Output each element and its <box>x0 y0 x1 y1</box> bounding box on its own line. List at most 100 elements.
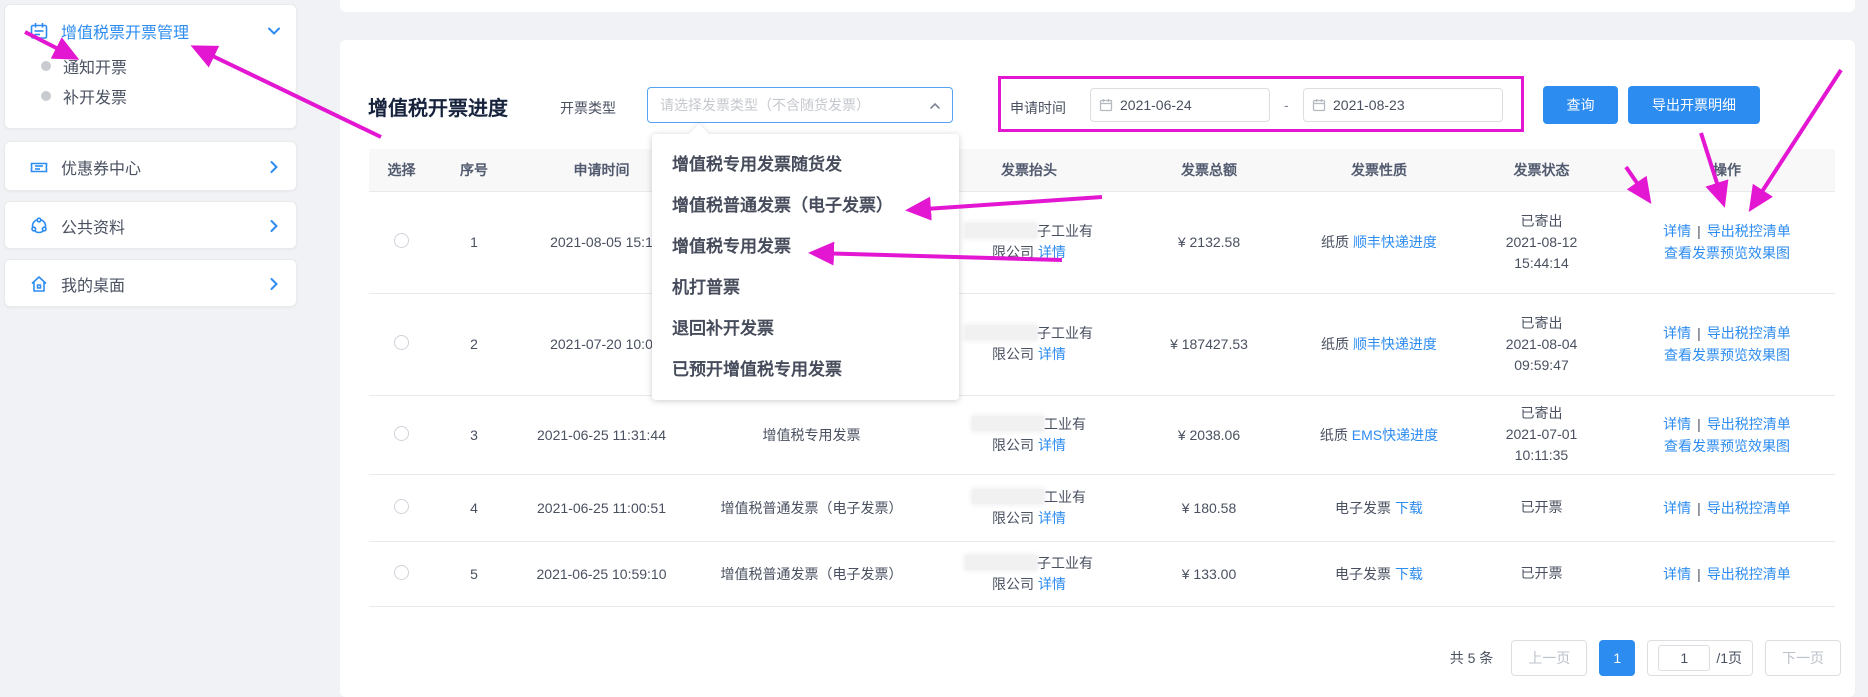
row-radio[interactable] <box>394 426 409 441</box>
ops-divider: | <box>1697 223 1701 239</box>
operations-cell: 详情 | 导出税控清单 查看发票预览效果图 <box>1619 191 1835 293</box>
express-progress-link[interactable]: EMS快递进度 <box>1352 427 1438 443</box>
nature-text: 电子发票 <box>1335 566 1391 582</box>
sidebar-card-coupon-center: 优惠券中心 <box>4 141 297 191</box>
detail-link[interactable]: 详情 <box>1663 223 1691 239</box>
title-detail-link[interactable]: 详情 <box>1038 244 1066 260</box>
download-link[interactable]: 下载 <box>1395 500 1423 516</box>
invoice-status: 已开票 <box>1464 474 1619 541</box>
sidebar-item-my-desktop[interactable]: 我的桌面 <box>5 264 296 304</box>
redacted-text <box>972 489 1044 504</box>
sidebar-card-my-desktop: 我的桌面 <box>4 259 297 307</box>
page-number-input[interactable] <box>1658 645 1710 671</box>
next-page-button[interactable]: 下一页 <box>1765 640 1841 676</box>
detail-link[interactable]: 详情 <box>1663 325 1691 341</box>
title-text: 限公司 <box>992 244 1034 260</box>
table-header-row: 选择 序号 申请时间 开票类型 发票抬头 发票总额 发票性质 发票状态 操作 <box>369 149 1835 191</box>
invoice-title: 工业有 限公司 详情 <box>934 395 1124 474</box>
status-text: 已寄出 <box>1464 403 1619 424</box>
dropdown-option-general-electronic[interactable]: 增值税普通发票（电子发票） <box>652 185 959 226</box>
export-tax-list-link[interactable]: 导出税控清单 <box>1707 500 1791 516</box>
export-detail-button[interactable]: 导出开票明细 <box>1628 86 1760 124</box>
title-detail-link[interactable]: 详情 <box>1038 510 1066 526</box>
detail-link[interactable]: 详情 <box>1663 500 1691 516</box>
download-link[interactable]: 下载 <box>1395 566 1423 582</box>
status-date: 2021-08-04 <box>1464 334 1619 355</box>
invoice-type: 增值税普通发票（电子发票） <box>689 541 934 606</box>
express-progress-link[interactable]: 顺丰快递进度 <box>1353 234 1437 250</box>
dropdown-option-pre-opened-special[interactable]: 已预开增值税专用发票 <box>652 349 959 390</box>
chevron-down-icon[interactable] <box>266 23 282 39</box>
status-time: 10:11:35 <box>1464 445 1619 466</box>
export-tax-list-link[interactable]: 导出税控清单 <box>1707 416 1791 432</box>
sidebar-subitem-label: 补开发票 <box>63 84 127 108</box>
col-invoice-amount: 发票总额 <box>1124 149 1294 191</box>
sidebar-item-vat-invoice-management[interactable]: 增值税票开票管理 <box>5 11 296 51</box>
invoice-type-select[interactable]: 请选择发票类型（不含随货发票） <box>647 87 953 123</box>
export-tax-list-link[interactable]: 导出税控清单 <box>1707 325 1791 341</box>
apply-time: 2021-06-25 10:59:10 <box>514 541 689 606</box>
date-end-field[interactable] <box>1303 88 1503 122</box>
title-detail-link[interactable]: 详情 <box>1038 437 1066 453</box>
nature-text: 纸质 <box>1320 427 1348 443</box>
query-button[interactable]: 查询 <box>1543 86 1618 124</box>
operations-cell: 详情 | 导出税控清单 <box>1619 474 1835 541</box>
title-text: 工业有 <box>1044 416 1086 432</box>
share-network-icon <box>29 216 49 236</box>
col-invoice-title: 发票抬头 <box>934 149 1124 191</box>
preview-invoice-link[interactable]: 查看发票预览效果图 <box>1664 347 1790 363</box>
title-text: 子工业有 <box>1037 555 1093 571</box>
title-detail-link[interactable]: 详情 <box>1038 346 1066 362</box>
title-text: 子工业有 <box>1037 223 1093 239</box>
sidebar-item-public-data[interactable]: 公共资料 <box>5 206 296 246</box>
date-start-input[interactable] <box>1120 97 1261 113</box>
redacted-text <box>965 555 1037 570</box>
invoice-status: 已开票 <box>1464 541 1619 606</box>
top-panel-strip <box>340 0 1855 12</box>
apply-time: 2021-06-25 11:31:44 <box>514 395 689 474</box>
preview-invoice-link[interactable]: 查看发票预览效果图 <box>1664 438 1790 454</box>
invoice-management-icon <box>29 21 49 41</box>
date-end-input[interactable] <box>1333 97 1494 113</box>
invoice-status: 已寄出 2021-07-01 10:11:35 <box>1464 395 1619 474</box>
invoice-amount: ¥ 187427.53 <box>1124 293 1294 395</box>
detail-link[interactable]: 详情 <box>1663 416 1691 432</box>
date-start-field[interactable] <box>1090 88 1270 122</box>
invoice-title: 工业有 限公司 详情 <box>934 474 1124 541</box>
current-page-button[interactable]: 1 <box>1599 640 1635 676</box>
prev-page-button[interactable]: 上一页 <box>1511 640 1587 676</box>
row-radio[interactable] <box>394 335 409 350</box>
sidebar-item-notify-invoicing[interactable]: 通知开票 <box>5 51 296 81</box>
dropdown-option-special-with-goods[interactable]: 增值税专用发票随货发 <box>652 144 959 185</box>
status-text: 已开票 <box>1464 497 1619 518</box>
bullet-dot-icon <box>41 91 51 101</box>
title-text: 限公司 <box>992 437 1034 453</box>
row-radio[interactable] <box>394 233 409 248</box>
row-radio[interactable] <box>394 499 409 514</box>
express-progress-link[interactable]: 顺丰快递进度 <box>1353 336 1437 352</box>
row-radio[interactable] <box>394 565 409 580</box>
sidebar-item-supplement-invoice[interactable]: 补开发票 <box>5 81 296 111</box>
dropdown-option-special[interactable]: 增值税专用发票 <box>652 226 959 267</box>
preview-invoice-link[interactable]: 查看发票预览效果图 <box>1664 245 1790 261</box>
ops-divider: | <box>1697 500 1701 516</box>
invoice-progress-table: 选择 序号 申请时间 开票类型 发票抬头 发票总额 发票性质 发票状态 操作 1… <box>369 149 1835 607</box>
invoice-type: 增值税专用发票 <box>689 395 934 474</box>
title-detail-link[interactable]: 详情 <box>1038 576 1066 592</box>
detail-link[interactable]: 详情 <box>1663 566 1691 582</box>
dropdown-option-return-reissue[interactable]: 退回补开发票 <box>652 308 959 349</box>
dropdown-option-machine-printed[interactable]: 机打普票 <box>652 267 959 308</box>
row-index: 5 <box>434 541 514 606</box>
export-tax-list-link[interactable]: 导出税控清单 <box>1707 223 1791 239</box>
redacted-text <box>965 325 1037 340</box>
sidebar-subitem-label: 通知开票 <box>63 54 127 78</box>
invoice-title: 子工业有 限公司 详情 <box>934 541 1124 606</box>
calendar-icon <box>1099 98 1113 112</box>
status-time: 09:59:47 <box>1464 355 1619 376</box>
sidebar-item-coupon-center[interactable]: 优惠券中心 <box>5 147 296 187</box>
sidebar-group-invoice-management: 增值税票开票管理 通知开票 补开发票 <box>4 4 297 129</box>
export-tax-list-link[interactable]: 导出税控清单 <box>1707 566 1791 582</box>
ops-divider: | <box>1697 416 1701 432</box>
invoice-nature: 电子发票 下载 <box>1294 474 1464 541</box>
page-jump-box: /1页 <box>1647 640 1753 676</box>
